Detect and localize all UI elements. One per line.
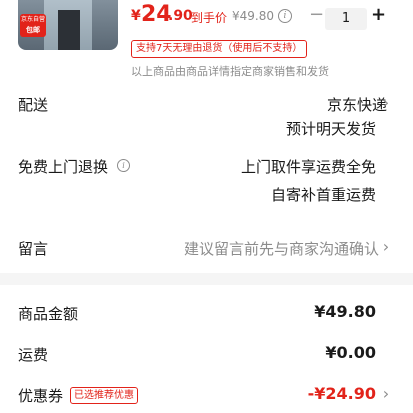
badge-line2: 包邮	[26, 26, 40, 34]
product-thumbnail[interactable]: 京东自营 包邮	[18, 0, 118, 50]
free-return-line2: 自寄补首重运费	[270, 186, 376, 204]
coupon-chosen-tag: 已选推荐优惠	[70, 387, 138, 404]
shipping-label: 运费	[18, 346, 49, 364]
delivery-label: 配送	[18, 96, 49, 114]
coupon-chevron-icon[interactable]: ›	[381, 384, 391, 403]
message-input[interactable]: 建议留言前先与商家沟通确认	[184, 238, 379, 259]
delivery-carrier[interactable]: 京东快递	[327, 94, 387, 115]
section-divider	[0, 273, 413, 285]
price-info-icon[interactable]: i	[278, 9, 292, 23]
message-label: 留言	[18, 240, 49, 258]
price-decimal: .90	[168, 8, 193, 24]
return-policy-tag: 支持7天无理由退货（使用后不支持）	[131, 40, 308, 58]
message-chevron-icon[interactable]: ›	[381, 237, 391, 256]
quantity-increase-button[interactable]: +	[371, 6, 386, 24]
delivery-chevron-icon[interactable]: ›	[381, 93, 391, 112]
original-price: ¥49.80	[232, 9, 274, 23]
jd-self-operated-badge: 京东自营 包邮	[20, 14, 46, 37]
seller-note: 以上商品由商品详情指定商家销售和发货	[131, 65, 329, 78]
free-return-info-icon[interactable]: i	[117, 159, 130, 172]
quantity-decrease-button[interactable]: −	[309, 6, 324, 24]
goods-amount-value: ¥49.80	[314, 302, 376, 321]
quantity-input[interactable]: 1	[325, 8, 367, 30]
shipping-value: ¥0.00	[325, 343, 376, 362]
goods-amount-label: 商品金额	[18, 305, 79, 323]
free-return-line1: 上门取件享运费全免	[240, 158, 376, 176]
free-return-label: 免费上门退换	[18, 158, 109, 176]
product-image-detail	[58, 10, 80, 50]
coupon-label: 优惠券	[18, 387, 64, 405]
price-currency: ¥	[131, 8, 141, 24]
badge-line1: 京东自营	[20, 16, 45, 23]
hand-price-label: 到手价	[191, 11, 228, 25]
coupon-value[interactable]: -¥24.90	[308, 384, 376, 403]
delivery-eta: 预计明天发货	[285, 120, 376, 138]
